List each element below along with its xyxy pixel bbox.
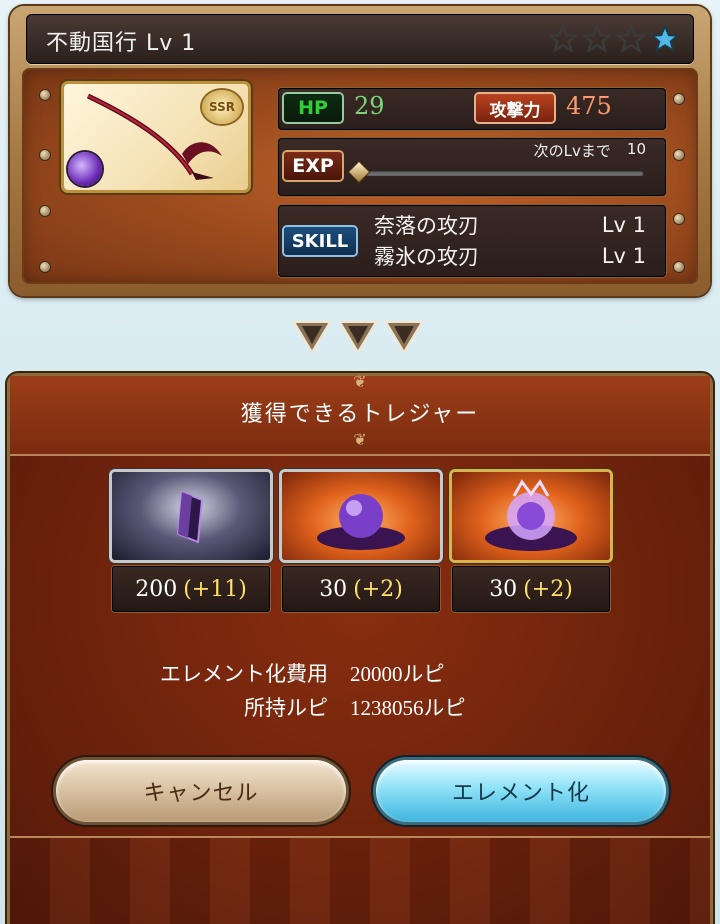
- stats-row: HP 29 攻撃力 475: [278, 88, 666, 130]
- owned-label: 所持ルピ: [244, 696, 328, 720]
- treasure-bonus: (+11): [183, 576, 247, 602]
- dark-whorl-icon: [485, 479, 577, 551]
- dark-crystal-icon: [176, 490, 204, 544]
- uncap-stars: [548, 24, 680, 54]
- exp-marker-icon: [349, 162, 369, 182]
- reduce-confirm-button[interactable]: エレメント化: [376, 760, 666, 822]
- treasure-count: 200 (+11): [112, 566, 270, 612]
- panel-header: ❦ 獲得できるトレジャー ❦: [10, 372, 710, 456]
- star-empty-icon: [616, 24, 646, 54]
- treasure-amount: 30: [319, 576, 348, 602]
- skill-level: Lv 1: [601, 212, 646, 237]
- exp-next-label: 次のLvまで: [533, 142, 611, 160]
- treasure-image: [282, 472, 440, 560]
- rivet-icon: [40, 150, 50, 160]
- rivet-icon: [40, 90, 50, 100]
- skill-name: 霧氷の攻刃: [374, 244, 479, 269]
- treasure-count: 30 (+2): [452, 566, 610, 612]
- treasure-item[interactable]: 30 (+2): [282, 472, 440, 612]
- cost-line: エレメント化費用 20000ルピ: [10, 656, 710, 690]
- skill-list: 奈落の攻刃 Lv 1 霧氷の攻刃 Lv 1: [374, 209, 646, 271]
- treasure-amount: 200: [135, 576, 178, 602]
- rivet-icon: [674, 150, 684, 160]
- exp-row: EXP 次のLvまで 10: [278, 138, 666, 196]
- skill-level: Lv 1: [601, 243, 646, 268]
- exp-next: 次のLvまで 10: [534, 140, 646, 161]
- ornament-icon: ❦: [353, 372, 367, 391]
- attack-label: 攻撃力: [476, 94, 554, 122]
- hp-value: 29: [354, 92, 385, 120]
- treasure-count: 30 (+2): [282, 566, 440, 612]
- weapon-title-bar: 不動国行 Lv 1: [26, 14, 694, 64]
- skill-row: SKILL 奈落の攻刃 Lv 1 霧氷の攻刃 Lv 1: [278, 205, 666, 277]
- skill-item[interactable]: 霧氷の攻刃 Lv 1: [374, 240, 646, 271]
- weapon-title: 不動国行 Lv 1: [46, 31, 197, 56]
- hp-label: HP: [284, 94, 342, 122]
- skill-name: 奈落の攻刃: [374, 213, 479, 238]
- treasure-image: [452, 472, 610, 560]
- rivet-icon: [674, 94, 684, 104]
- down-arrow-gem-icon: [338, 321, 378, 354]
- cost-value: 20000ルピ: [350, 662, 445, 686]
- treasure-item[interactable]: 30 (+2): [452, 472, 610, 612]
- cost-info: エレメント化費用 20000ルピ 所持ルピ 1238056ルピ: [10, 656, 710, 724]
- weapon-thumbnail[interactable]: SSR: [64, 84, 248, 190]
- owned-line: 所持ルピ 1238056ルピ: [10, 690, 710, 724]
- cost-label: エレメント化費用: [160, 662, 328, 686]
- treasure-list: 200 (+11) 30 (+2) 30 (+2): [112, 472, 610, 612]
- star-empty-icon: [548, 24, 578, 54]
- rivet-icon: [40, 262, 50, 272]
- down-arrow-gem-icon: [384, 321, 424, 354]
- treasure-bonus: (+2): [353, 576, 403, 602]
- treasure-item[interactable]: 200 (+11): [112, 472, 270, 612]
- reduce-panel: ❦ 獲得できるトレジャー ❦ 200 (+11) 30 (+2) 30 (+2)…: [10, 372, 710, 924]
- attack-value: 475: [566, 92, 612, 120]
- treasure-amount: 30: [489, 576, 518, 602]
- star-empty-icon: [582, 24, 612, 54]
- panel-title: 獲得できるトレジャー: [240, 402, 480, 427]
- skill-item[interactable]: 奈落の攻刃 Lv 1: [374, 209, 646, 240]
- skill-label: SKILL: [284, 227, 356, 255]
- ssr-badge: SSR: [202, 90, 242, 124]
- panel-footer: [10, 838, 710, 924]
- dark-element-icon: [68, 152, 102, 186]
- treasure-bonus: (+2): [523, 576, 573, 602]
- rivet-icon: [40, 206, 50, 216]
- exp-progress-bar: [349, 162, 644, 182]
- down-arrows: [292, 318, 424, 354]
- star-filled-icon: [650, 24, 680, 53]
- down-arrow-gem-icon: [292, 321, 332, 354]
- ornament-icon: ❦: [353, 430, 367, 449]
- dark-orb-icon: [317, 494, 405, 550]
- rivet-icon: [674, 214, 684, 224]
- owned-value: 1238056ルピ: [350, 696, 466, 720]
- cancel-button[interactable]: キャンセル: [56, 760, 346, 822]
- rivet-icon: [674, 262, 684, 272]
- exp-next-value: 10: [626, 140, 646, 158]
- exp-label: EXP: [284, 152, 342, 180]
- weapon-card: 不動国行 Lv 1 SSR HP 29 攻撃力 475 EXP 次のLvまで 1…: [10, 6, 710, 296]
- treasure-image: [112, 472, 270, 560]
